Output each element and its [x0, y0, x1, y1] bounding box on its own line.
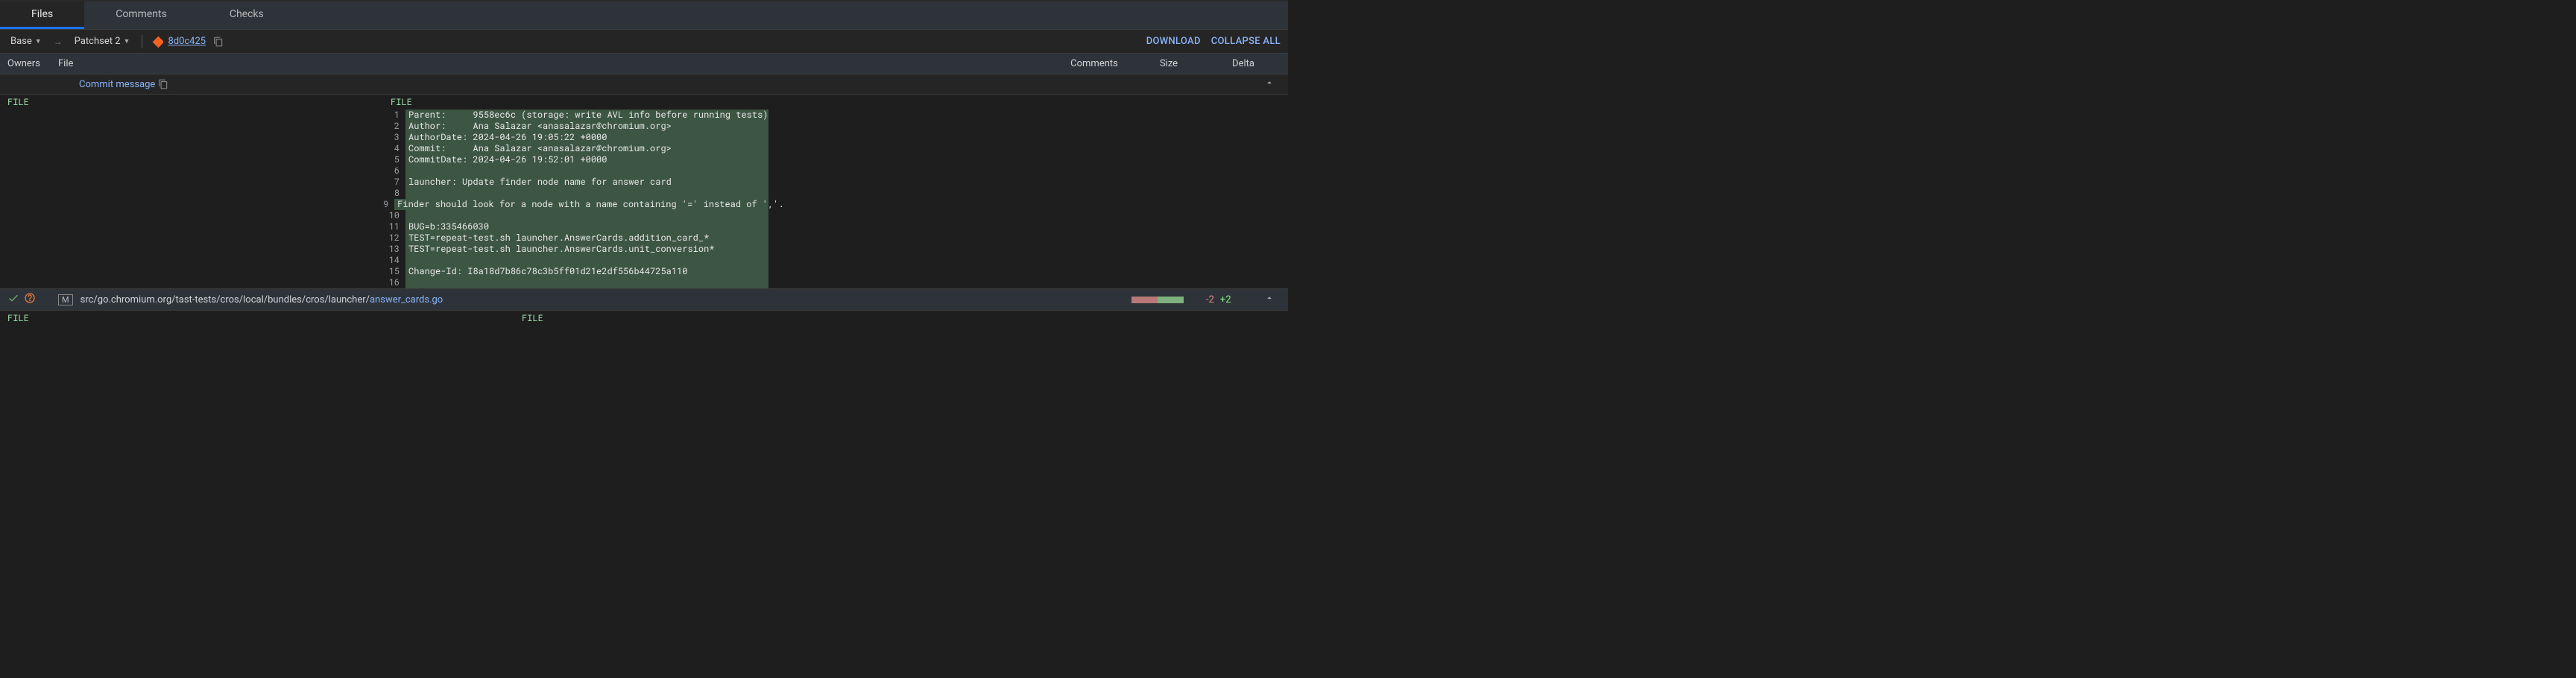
caret-down-icon: ▼ [35, 37, 42, 45]
diff-line: 8 [383, 188, 768, 199]
line-number: 14 [383, 255, 405, 266]
line-text [405, 210, 768, 221]
toolbar: Base ▼ → Patchset 2 ▼ 8d0c425 DOWNLOAD C… [0, 30, 1288, 54]
diff-line: 11BUG=b:335466030 [383, 221, 768, 232]
line-number: 7 [383, 177, 405, 188]
bottom-file-left: FILE [7, 312, 522, 324]
diff-area: 1Parent: 9558ec6c (storage: write AVL in… [0, 110, 1288, 288]
line-number: 10 [383, 210, 405, 221]
diff-line: 6 [383, 165, 768, 177]
line-text: launcher: Update finder node name for an… [405, 177, 768, 188]
file-path-name: answer_cards.go [370, 294, 443, 305]
diff-line: 3AuthorDate: 2024-04-26 19:05:22 +0000 [383, 132, 768, 143]
file-row[interactable]: M src/go.chromium.org/tast-tests/cros/lo… [0, 288, 1288, 311]
delta-bar-deleted [1131, 297, 1158, 303]
line-text [405, 165, 768, 177]
line-number: 8 [383, 188, 405, 199]
chevron-up-icon[interactable] [1258, 77, 1281, 91]
diff-line: 12TEST=repeat-test.sh launcher.AnswerCar… [383, 232, 768, 244]
commit-message-row: Commit message [0, 75, 1288, 95]
line-number: 3 [383, 132, 405, 143]
file-header-left: FILE [7, 96, 391, 108]
tab-checks[interactable]: Checks [198, 1, 295, 29]
line-text: Commit: Ana Salazar <anasalazar@chromium… [405, 143, 768, 154]
delta-bar-added [1158, 297, 1184, 303]
line-text: CommitDate: 2024-04-26 19:52:01 +0000 [405, 154, 768, 165]
question-icon[interactable] [24, 292, 36, 307]
line-number: 6 [383, 165, 405, 177]
line-text: Parent: 9558ec6c (storage: write AVL inf… [405, 110, 768, 121]
diff-line: 9Finder should look for a node with a na… [383, 199, 768, 210]
line-number: 16 [383, 277, 405, 288]
diff-content: 1Parent: 9558ec6c (storage: write AVL in… [383, 110, 768, 288]
delta-bar [1131, 297, 1184, 303]
diff-line: 7launcher: Update finder node name for a… [383, 177, 768, 188]
line-number: 5 [383, 154, 405, 165]
line-text: Author: Ana Salazar <anasalazar@chromium… [405, 121, 768, 132]
header-owners: Owners [7, 58, 58, 69]
tab-files[interactable]: Files [0, 1, 84, 29]
chevron-up-icon[interactable] [1258, 293, 1281, 306]
tab-comments[interactable]: Comments [84, 1, 198, 29]
delta-added: +2 [1220, 294, 1231, 305]
commit-hash-link[interactable]: 8d0c425 [168, 36, 206, 47]
line-number: 4 [383, 143, 405, 154]
line-text: AuthorDate: 2024-04-26 19:05:22 +0000 [405, 132, 768, 143]
patchset-select[interactable]: Patchset 2 ▼ [72, 34, 133, 48]
diff-line: 5CommitDate: 2024-04-26 19:52:01 +0000 [383, 154, 768, 165]
file-header-right: FILE [391, 96, 1281, 108]
base-select[interactable]: Base ▼ [7, 34, 45, 48]
diff-line: 2Author: Ana Salazar <anasalazar@chromiu… [383, 121, 768, 132]
commit-diamond-icon [151, 36, 163, 48]
line-text: Change-Id: I8a18d7b86c78c3b5ff01d21e2df5… [405, 266, 768, 277]
header-delta: Delta [1206, 58, 1281, 69]
base-label: Base [10, 36, 32, 47]
arrow-right-icon: → [49, 37, 67, 47]
line-text: TEST=repeat-test.sh launcher.AnswerCards… [405, 244, 768, 255]
collapse-all-button[interactable]: COLLAPSE ALL [1211, 36, 1281, 47]
commit-message-link[interactable]: Commit message [79, 79, 155, 90]
diff-line: 14 [383, 255, 768, 266]
file-path[interactable]: src/go.chromium.org/tast-tests/cros/loca… [80, 294, 1131, 305]
line-text [405, 255, 768, 266]
line-number: 12 [383, 232, 405, 244]
line-number: 11 [383, 221, 405, 232]
diff-line: 13TEST=repeat-test.sh launcher.AnswerCar… [383, 244, 768, 255]
line-text [405, 277, 768, 288]
line-number: 2 [383, 121, 405, 132]
line-text: Finder should look for a node with a nam… [394, 199, 783, 210]
line-text: BUG=b:335466030 [405, 221, 768, 232]
diff-line: 10 [383, 210, 768, 221]
tab-bar: Files Comments Checks [0, 1, 1288, 30]
header-size: Size [1131, 58, 1206, 69]
line-number: 15 [383, 266, 405, 277]
download-button[interactable]: DOWNLOAD [1146, 36, 1201, 47]
caret-down-icon: ▼ [124, 37, 130, 45]
header-file: File [58, 58, 1057, 69]
file-path-prefix: src/go.chromium.org/tast-tests/cros/loca… [80, 294, 370, 305]
line-number: 9 [383, 199, 394, 210]
header-comments: Comments [1057, 58, 1131, 69]
line-number: 1 [383, 110, 405, 121]
patchset-label: Patchset 2 [75, 36, 121, 47]
line-text: TEST=repeat-test.sh launcher.AnswerCards… [405, 232, 768, 244]
file-modified-badge: M [58, 294, 73, 305]
diff-line: 1Parent: 9558ec6c (storage: write AVL in… [383, 110, 768, 121]
copy-icon[interactable] [158, 79, 168, 89]
column-headers: Owners File Comments Size Delta [0, 54, 1288, 75]
copy-icon[interactable] [213, 37, 224, 47]
delta-deleted: -2 [1206, 294, 1214, 305]
diff-line: 4Commit: Ana Salazar <anasalazar@chromiu… [383, 143, 768, 154]
diff-line: 16 [383, 277, 768, 288]
bottom-file-right: FILE [522, 312, 543, 324]
bottom-file-header: FILE FILE [0, 311, 1288, 326]
diff-file-header: FILE FILE [0, 95, 1288, 110]
line-number: 13 [383, 244, 405, 255]
check-icon [7, 292, 19, 307]
diff-line: 15Change-Id: I8a18d7b86c78c3b5ff01d21e2d… [383, 266, 768, 277]
line-text [405, 188, 768, 199]
